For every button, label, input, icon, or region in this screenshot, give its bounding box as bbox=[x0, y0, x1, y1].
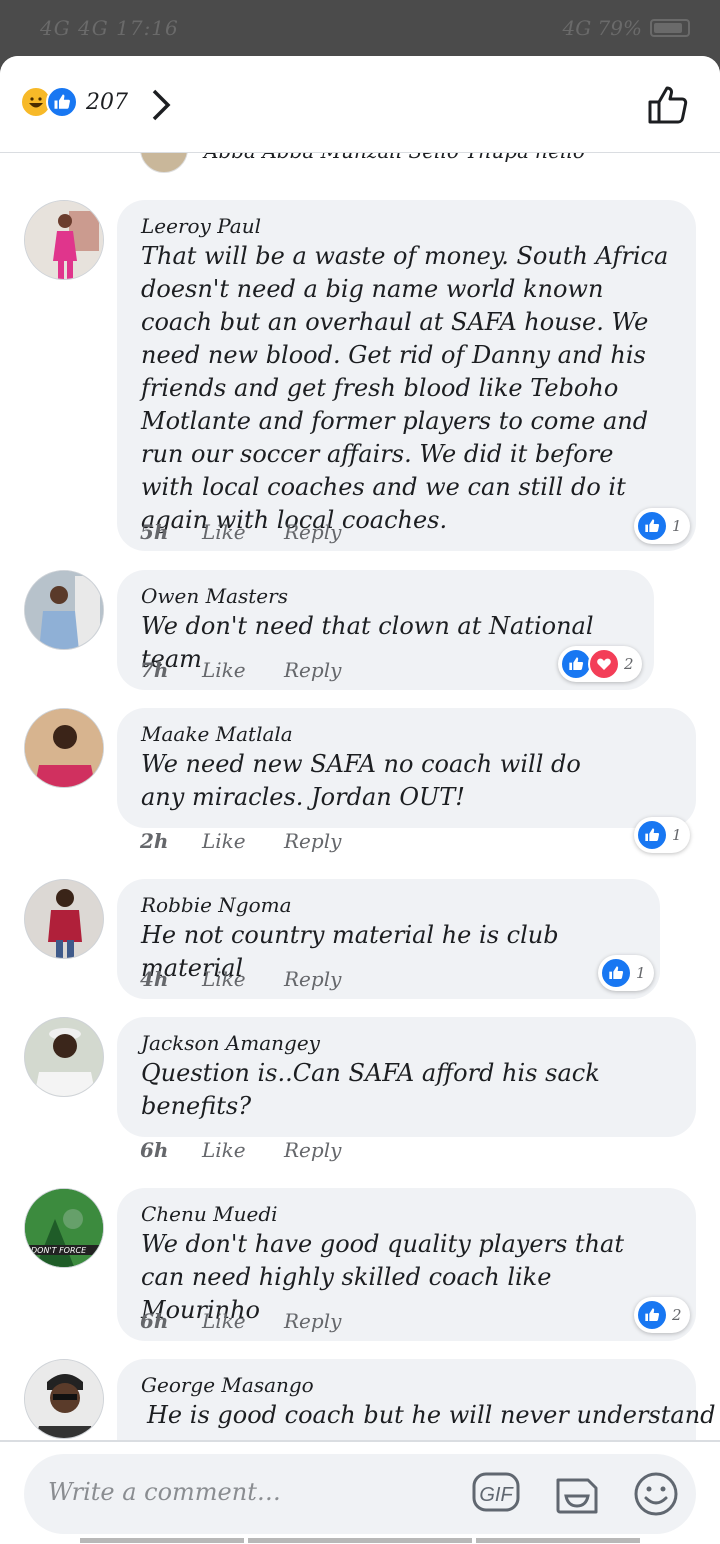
avatar[interactable] bbox=[24, 200, 104, 280]
reply-button[interactable]: Reply bbox=[284, 658, 341, 682]
comment-time[interactable]: 4h bbox=[140, 967, 202, 991]
comment-reactions[interactable]: 1 bbox=[598, 955, 654, 991]
avatar[interactable] bbox=[24, 570, 104, 650]
comment-time[interactable]: 2h bbox=[140, 829, 202, 853]
clipped-previous-comment: Abba Abba Munzali Sello Thupa hello bbox=[0, 153, 720, 175]
emoji-icon[interactable] bbox=[632, 1470, 680, 1522]
thumbs-up-outline-icon[interactable] bbox=[646, 82, 690, 130]
reply-button[interactable]: Reply bbox=[284, 1309, 341, 1333]
like-button[interactable]: Like bbox=[202, 658, 284, 682]
reaction-count: 1 bbox=[636, 964, 646, 982]
like-icon bbox=[600, 957, 632, 989]
comment-meta: 4h Like Reply bbox=[140, 967, 341, 991]
status-right: 4G 79% bbox=[562, 16, 690, 40]
status-bar: 4G 4G 17:16 4G 79% bbox=[0, 0, 720, 56]
comment-time[interactable]: 6h bbox=[140, 1309, 202, 1333]
avatar[interactable] bbox=[24, 708, 104, 788]
comment-author[interactable]: Leeroy Paul bbox=[141, 212, 672, 240]
comment-meta: 2h Like Reply bbox=[140, 829, 341, 853]
reply-button[interactable]: Reply bbox=[284, 520, 341, 544]
nav-segment bbox=[80, 1538, 244, 1543]
avatar[interactable] bbox=[24, 879, 104, 959]
avatar[interactable] bbox=[24, 1017, 104, 1097]
reaction-count: 2 bbox=[672, 1306, 682, 1324]
reaction-count: 2 bbox=[624, 655, 634, 673]
gif-label: GIF bbox=[479, 1484, 514, 1506]
nav-segment bbox=[248, 1538, 472, 1543]
clipped-comment-text: Abba Abba Munzali Sello Thupa hello bbox=[204, 153, 585, 163]
reply-button[interactable]: Reply bbox=[284, 967, 341, 991]
comment-reactions[interactable]: 1 bbox=[634, 508, 690, 544]
comment-bubble[interactable]: Maake Matlala We need new SAFA no coach … bbox=[117, 708, 696, 828]
comment-author[interactable]: Chenu Muedi bbox=[141, 1200, 672, 1228]
navigation-bar bbox=[0, 1538, 720, 1544]
comment-reactions[interactable]: 1 bbox=[634, 817, 690, 853]
chevron-right-icon[interactable] bbox=[150, 88, 172, 126]
comment-author[interactable]: Owen Masters bbox=[141, 582, 630, 610]
comment-composer: Write a comment… GIF bbox=[0, 1440, 720, 1544]
comment-meta: 7h Like Reply bbox=[140, 658, 341, 682]
reactions-header: 207 bbox=[0, 56, 720, 153]
like-icon bbox=[636, 510, 668, 542]
comment-author[interactable]: Maake Matlala bbox=[141, 720, 672, 748]
like-button[interactable]: Like bbox=[202, 829, 284, 853]
svg-text:DON'T FORCE: DON'T FORCE bbox=[31, 1246, 87, 1255]
comment-time[interactable]: 7h bbox=[140, 658, 202, 682]
reply-button[interactable]: Reply bbox=[284, 1138, 341, 1162]
comment-time[interactable]: 5h bbox=[140, 520, 202, 544]
status-right-text: 4G 79% bbox=[562, 16, 642, 40]
comment-text: He is good coach but he will never under… bbox=[147, 1401, 716, 1429]
nav-segment bbox=[476, 1538, 640, 1543]
battery-icon bbox=[650, 19, 690, 37]
comment-author[interactable]: George Masango bbox=[141, 1371, 672, 1399]
reaction-count: 1 bbox=[672, 826, 682, 844]
like-button[interactable]: Like bbox=[202, 967, 284, 991]
comment-author[interactable]: Robbie Ngoma bbox=[141, 891, 636, 919]
comment-meta: 6h Like Reply bbox=[140, 1138, 341, 1162]
reactions-summary[interactable]: 207 bbox=[20, 86, 128, 118]
comment-meta: 6h Like Reply bbox=[140, 1309, 341, 1333]
like-button[interactable]: Like bbox=[202, 1309, 284, 1333]
like-icon bbox=[636, 819, 668, 851]
like-button[interactable]: Like bbox=[202, 1138, 284, 1162]
like-button[interactable]: Like bbox=[202, 520, 284, 544]
love-icon bbox=[588, 648, 620, 680]
comment-time[interactable]: 6h bbox=[140, 1138, 202, 1162]
comment-reactions[interactable]: 2 bbox=[558, 646, 642, 682]
reaction-count: 1 bbox=[672, 517, 682, 535]
reply-button[interactable]: Reply bbox=[284, 829, 341, 853]
avatar bbox=[140, 153, 188, 173]
comment-placeholder: Write a comment… bbox=[48, 1478, 281, 1506]
like-icon bbox=[46, 86, 78, 118]
comment-text: Question is..Can SAFA afford his sack be… bbox=[141, 1059, 600, 1120]
gif-icon[interactable]: GIF bbox=[472, 1470, 520, 1518]
avatar[interactable] bbox=[24, 1359, 104, 1439]
comment-text: That will be a waste of money. South Afr… bbox=[141, 242, 669, 534]
reaction-count: 207 bbox=[86, 89, 128, 115]
comment-author[interactable]: Jackson Amangey bbox=[141, 1029, 672, 1057]
like-icon bbox=[636, 1299, 668, 1331]
comment-reactions[interactable]: 2 bbox=[634, 1297, 690, 1333]
comment-bubble[interactable]: Jackson Amangey Question is..Can SAFA af… bbox=[117, 1017, 696, 1137]
comments-sheet: 207 Abba Abba Munzali Sello Thupa hello … bbox=[0, 56, 720, 1544]
avatar[interactable]: DON'T FORCE bbox=[24, 1188, 104, 1268]
comment-meta: 5h Like Reply bbox=[140, 520, 341, 544]
comment-text: We need new SAFA no coach will do any mi… bbox=[141, 750, 581, 811]
comment-input[interactable]: Write a comment… GIF bbox=[24, 1454, 696, 1534]
status-left: 4G 4G 17:16 bbox=[40, 16, 179, 40]
sticker-icon[interactable] bbox=[552, 1470, 600, 1522]
comment-bubble[interactable]: Leeroy Paul That will be a waste of mone… bbox=[117, 200, 696, 551]
